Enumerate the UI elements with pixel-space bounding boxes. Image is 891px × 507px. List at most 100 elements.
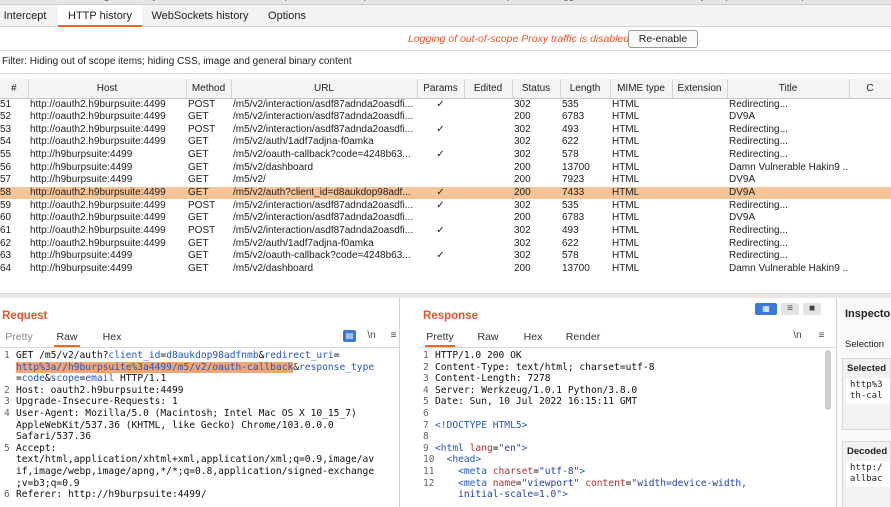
request-tab-hex[interactable]: Hex — [100, 331, 124, 347]
code-token: "width=device-width, — [631, 477, 747, 489]
table-cell: /m5/v2/auth/1adf7adjna-f0amka — [233, 237, 374, 249]
table-row[interactable]: 63 http://h9burpsuite:4499 GET/m5/v2/oauth… — [0, 250, 891, 263]
table-row[interactable]: 51 http://oauth2.h9burpsuite:4499 POST/m5/… — [0, 98, 891, 111]
column-header-length[interactable]: Length — [560, 79, 611, 99]
filter-bar[interactable]: Filter: Hiding out of scope items; hidin… — [0, 52, 891, 74]
main-tab-target[interactable]: Target — [90, 0, 118, 2]
response-tab-raw[interactable]: Raw — [475, 331, 501, 347]
main-tab-learn[interactable]: Learn — [848, 0, 874, 2]
column-header-params[interactable]: Params — [417, 79, 465, 99]
table-cell: HTML — [612, 98, 640, 110]
table-row[interactable]: 59 http://oauth2.h9burpsuite:4499 POST/m5/… — [0, 199, 891, 212]
response-tab-hex[interactable]: Hex — [521, 331, 545, 347]
table-row[interactable]: 57 http://h9burpsuite:4499 GET/m5/v2/200 79… — [0, 174, 891, 187]
main-tab-repeater[interactable]: Repeater — [272, 0, 313, 2]
table-row[interactable]: 62 http://oauth2.h9burpsuite:4499 GET/m5/v… — [0, 237, 891, 250]
table-row[interactable]: 53 http://oauth2.h9burpsuite:4499 POST/m5/… — [0, 123, 891, 136]
code-token: client_id — [108, 350, 161, 361]
table-row[interactable]: 60 http://oauth2.h9burpsuite:4499 GET/m5/v… — [0, 212, 891, 225]
table-cell — [464, 98, 512, 111]
layout-horizontal-icon[interactable]: ≡ — [781, 303, 799, 315]
table-cell: /m5/v2/auth?client_id=d8aukdop98adf... — [231, 186, 417, 200]
table-cell: 64 — [0, 262, 12, 274]
column-header-title[interactable]: Title — [727, 79, 850, 99]
table-cell: 56 — [0, 161, 12, 173]
newline-toggle-icon[interactable]: \n — [365, 330, 378, 342]
column-header-host[interactable]: Host — [28, 79, 187, 99]
column-header-extension[interactable]: Extension — [672, 79, 728, 99]
inspector-selected-box[interactable]: Selected http%3 th-cal — [842, 358, 891, 430]
table-cell — [849, 123, 891, 136]
table-row[interactable]: 54 http://oauth2.h9burpsuite:4499 GET/m5/v… — [0, 136, 891, 149]
line-number: 11 — [423, 465, 435, 477]
response-tab-pretty[interactable]: Pretty — [425, 331, 455, 347]
code-token: Content-Length: 7278 — [435, 373, 551, 385]
column-header-edited[interactable]: Edited — [464, 79, 513, 99]
code-token: Accept: — [16, 442, 57, 454]
main-tab-extender[interactable]: Extender — [618, 0, 658, 2]
main-tab-user-options[interactable]: User options — [772, 0, 828, 2]
table-cell — [464, 263, 512, 276]
code-token: > — [521, 442, 528, 454]
layout-split-icon[interactable]: ▦ — [755, 303, 777, 315]
table-cell: http://h9burpsuite:4499 — [30, 174, 133, 186]
main-tab-logger[interactable]: Logger — [552, 0, 583, 2]
table-row[interactable]: 52 http://oauth2.h9burpsuite:4499 GET/m5/v… — [0, 111, 891, 124]
table-cell: http://oauth2.h9burpsuite:4499 — [30, 237, 166, 249]
table-row[interactable]: 56 http://h9burpsuite:4499 GET/m5/v2/dashb… — [0, 161, 891, 174]
inspector-decoded-box[interactable]: Decoded http:/ allbac — [842, 441, 891, 507]
table-cell — [672, 199, 727, 212]
menu-icon[interactable]: ≡ — [815, 330, 828, 342]
table-row[interactable]: 64 http://h9burpsuite:4499 GET/m5/v2/dashb… — [0, 263, 891, 276]
column-header-number[interactable]: # — [0, 79, 29, 99]
column-header-url[interactable]: URL — [231, 79, 418, 99]
code-token: <html — [435, 442, 470, 454]
table-cell: Redirecting... — [729, 199, 788, 211]
request-tab-raw[interactable]: Raw — [54, 331, 80, 347]
main-tab-comparer[interactable]: Comparer — [486, 0, 530, 2]
code-token: redirect_uri — [264, 350, 334, 361]
table-cell: 13700 — [562, 262, 590, 274]
table-cell: POST — [188, 224, 216, 236]
response-tab-render[interactable]: Render — [565, 331, 601, 347]
line-number: 1 — [423, 350, 429, 361]
layout-single-icon[interactable]: ■ — [803, 303, 821, 315]
code-token: Host: oauth2.h9burpsuite:4499 — [16, 384, 184, 396]
response-editor[interactable]: 1 HTTP/1.0 200 OK 2 Content-Type: text/html… — [423, 350, 823, 507]
main-tab-decoder[interactable]: Decoder — [420, 0, 458, 2]
actions-icon[interactable]: ▤ — [343, 330, 356, 342]
table-cell: /m5/v2/interaction/asdf87adnda2oasdfi... — [233, 224, 414, 236]
table-cell: DV9A — [729, 212, 756, 224]
main-tab-sequencer[interactable]: Sequencer — [348, 0, 396, 2]
newline-toggle-icon[interactable]: \n — [791, 330, 804, 342]
code-token: Content-Type: text/html; charset=utf-8 — [435, 361, 655, 373]
tab-http-history[interactable]: HTTP history — [58, 5, 142, 27]
table-row[interactable]: 61 http://oauth2.h9burpsuite:4499 POST/m5/… — [0, 225, 891, 238]
main-tab-project-options[interactable]: Project options — [686, 0, 752, 2]
column-header-method[interactable]: Method — [186, 79, 232, 99]
main-tab-dashboard[interactable]: Dashboard — [4, 0, 53, 2]
tab-intercept[interactable]: Intercept — [0, 5, 50, 27]
request-tab-pretty[interactable]: Pretty — [4, 331, 34, 347]
code-line: http%3a//h9burpsuite%3a4499/m5/v2/oauth-… — [4, 361, 399, 374]
table-row[interactable]: 55 http://h9burpsuite:4499 GET/m5/v2/oauth… — [0, 149, 891, 162]
request-editor[interactable]: 1 GET /m5/v2/auth?client_id = d8aukdop98adf… — [4, 350, 399, 507]
tab-options[interactable]: Options — [262, 5, 312, 27]
column-header-mime-type[interactable]: MIME type — [610, 79, 673, 99]
column-header-status[interactable]: Status — [512, 79, 561, 99]
main-tab-intruder[interactable]: Intruder — [206, 0, 240, 2]
response-scrollbar[interactable] — [825, 350, 831, 410]
table-cell: 63 — [0, 250, 12, 262]
column-header-c[interactable]: C — [849, 79, 891, 99]
main-tab-proxy[interactable]: Proxy — [132, 0, 158, 2]
table-row[interactable]: 58 http://oauth2.h9burpsuite:4499 GET/m5/v… — [0, 186, 891, 200]
table-cell: 535 — [562, 199, 579, 211]
table-cell — [464, 161, 512, 174]
re-enable-button[interactable]: Re-enable — [628, 30, 698, 48]
code-line: text/html,application/xhtml+xml,applicat… — [4, 454, 399, 466]
table-cell: GET — [188, 110, 209, 122]
table-cell — [672, 98, 727, 111]
tab-websockets-history[interactable]: WebSockets history — [150, 5, 250, 27]
menu-icon[interactable]: ≡ — [387, 330, 400, 342]
